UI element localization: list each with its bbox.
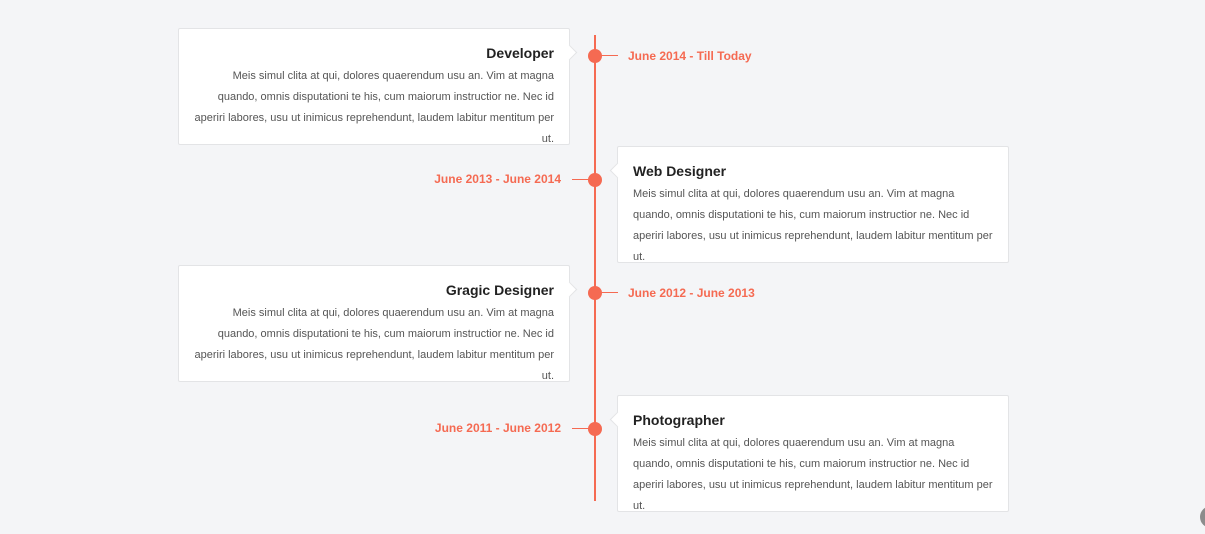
card-description: Meis simul clita at qui, dolores quaeren… xyxy=(633,188,993,263)
timeline-card-graphic-designer: Gragic Designer Meis simul clita at qui,… xyxy=(178,265,570,382)
card-description: Meis simul clita at qui, dolores quaeren… xyxy=(633,437,993,512)
timeline-dot xyxy=(588,49,602,63)
timeline-connector xyxy=(596,55,618,56)
timeline-connector xyxy=(596,292,618,293)
card-title: Gragic Designer xyxy=(445,282,554,298)
timeline-date: June 2014 - Till Today xyxy=(628,49,752,63)
timeline-card-developer: Developer Meis simul clita at qui, dolor… xyxy=(178,28,570,145)
timeline-date: June 2011 - June 2012 xyxy=(434,421,561,435)
timeline-date: June 2013 - June 2014 xyxy=(434,172,561,186)
timeline-card-photographer: Photographer Meis simul clita at qui, do… xyxy=(617,395,1009,512)
card-title: Photographer xyxy=(633,412,725,428)
card-description: Meis simul clita at qui, dolores quaeren… xyxy=(194,307,554,382)
timeline-card-web-designer: Web Designer Meis simul clita at qui, do… xyxy=(617,146,1009,263)
timeline-dot xyxy=(588,422,602,436)
timeline-date: June 2012 - June 2013 xyxy=(628,286,755,300)
timeline-connector xyxy=(572,179,594,180)
card-title: Developer xyxy=(486,45,554,61)
timeline-connector xyxy=(572,428,594,429)
scroll-to-top-icon[interactable] xyxy=(1200,506,1205,528)
card-title: Web Designer xyxy=(633,163,727,179)
card-description: Meis simul clita at qui, dolores quaeren… xyxy=(194,70,554,145)
timeline-dot xyxy=(588,173,602,187)
timeline-dot xyxy=(588,286,602,300)
